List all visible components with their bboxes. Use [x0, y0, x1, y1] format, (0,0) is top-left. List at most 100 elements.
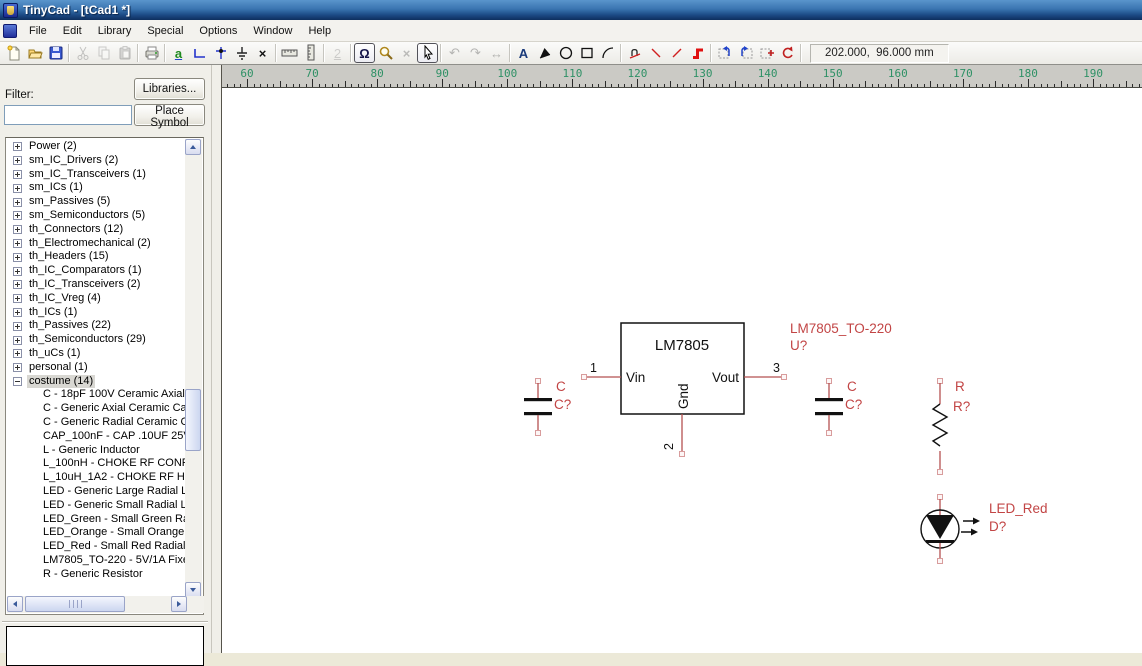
scroll-up-button[interactable] [185, 139, 201, 155]
tree-child-item[interactable]: LED_Green - Small Green Rad [7, 513, 185, 527]
tree-item[interactable]: personal (1) [7, 361, 185, 375]
save-icon[interactable] [45, 43, 66, 63]
tree-item[interactable]: th_ICs (1) [7, 306, 185, 320]
print-icon[interactable] [141, 43, 162, 63]
zoom-tool-icon[interactable] [375, 43, 396, 63]
open-file-icon[interactable] [24, 43, 45, 63]
ellipse-tool-icon[interactable] [555, 43, 576, 63]
new-file-icon[interactable] [3, 43, 24, 63]
scroll-right-button[interactable] [171, 596, 187, 612]
component-regulator[interactable]: LM7805VinVoutGnd132LM7805_TO-220U? [582, 321, 892, 457]
annotation-2-icon[interactable]: 2 [327, 43, 348, 63]
expand-icon[interactable] [13, 308, 22, 317]
expand-icon[interactable] [13, 280, 22, 289]
redo-icon[interactable]: ↷ [465, 43, 486, 63]
arc-tool-icon[interactable] [597, 43, 618, 63]
tree-child-item[interactable]: C - Generic Radial Ceramic Ca [7, 416, 185, 430]
rotate-right-icon[interactable] [735, 43, 756, 63]
component-resistor[interactable]: RR? [933, 379, 970, 475]
tree-child-item[interactable]: C - 18pF 100V Ceramic Axial C [7, 388, 185, 402]
expand-icon[interactable] [13, 156, 22, 165]
pan-icon[interactable]: ↔ [486, 43, 507, 63]
ground-tool-icon[interactable] [231, 43, 252, 63]
resistance-tool-icon[interactable]: Ω [354, 43, 375, 63]
tree-item[interactable]: th_Headers (15) [7, 250, 185, 264]
text-tool-icon[interactable]: A [513, 43, 534, 63]
pin-tool-icon[interactable] [624, 43, 645, 63]
expand-icon[interactable] [13, 239, 22, 248]
tree-item[interactable]: th_Connectors (12) [7, 223, 185, 237]
libraries-button[interactable]: Libraries... [134, 78, 205, 100]
bus-tool-icon[interactable] [687, 43, 708, 63]
paste-icon[interactable] [114, 43, 135, 63]
tree-vertical-scrollbar[interactable] [185, 139, 202, 598]
annotation-tool-icon[interactable]: a [168, 43, 189, 63]
tree-child-item[interactable]: L - Generic Inductor [7, 444, 185, 458]
zoom-delete-icon[interactable]: × [396, 43, 417, 63]
expand-icon[interactable] [13, 322, 22, 331]
tree-child-item[interactable]: LED_Orange - Small Orange R [7, 526, 185, 540]
tree-child-item[interactable]: LED_Red - Small Red Radial LE [7, 540, 185, 554]
expand-icon[interactable] [13, 184, 22, 193]
tree-item[interactable]: th_Passives (22) [7, 319, 185, 333]
expand-icon[interactable] [13, 253, 22, 262]
expand-icon[interactable] [13, 198, 22, 207]
menu-special[interactable]: Special [139, 22, 191, 40]
menu-file[interactable]: File [21, 22, 55, 40]
undo-icon[interactable]: ↶ [444, 43, 465, 63]
line-backslash-icon[interactable] [645, 43, 666, 63]
rotate-left-icon[interactable] [714, 43, 735, 63]
document-icon[interactable] [3, 24, 17, 38]
tree-child-item[interactable]: LED - Generic Large Radial LEI [7, 485, 185, 499]
expand-icon[interactable] [13, 336, 22, 345]
tree-vscroll-thumb[interactable] [185, 389, 201, 451]
menu-edit[interactable]: Edit [55, 22, 90, 40]
expand-icon[interactable] [13, 294, 22, 303]
tree-item[interactable]: th_IC_Vreg (4) [7, 292, 185, 306]
cut-icon[interactable] [72, 43, 93, 63]
menu-options[interactable]: Options [191, 22, 245, 40]
component-capacitor[interactable]: CC? [524, 379, 571, 436]
tree-child-item[interactable]: LED - Generic Small Radial LED [7, 499, 185, 513]
wire-tool-icon[interactable] [189, 43, 210, 63]
tree-item[interactable]: sm_ICs (1) [7, 181, 185, 195]
expand-icon[interactable] [13, 349, 22, 358]
tree-child-item[interactable]: L_10uH_1A2 - CHOKE RF HI C [7, 471, 185, 485]
tree-item[interactable]: sm_Semiconductors (5) [7, 209, 185, 223]
tree-item[interactable]: th_Electromechanical (2) [7, 237, 185, 251]
tree-item[interactable]: th_IC_Comparators (1) [7, 264, 185, 278]
line-slash-icon[interactable] [666, 43, 687, 63]
app-icon[interactable] [3, 3, 18, 18]
select-tool-icon[interactable] [417, 43, 438, 63]
tree-child-item[interactable]: C - Generic Axial Ceramic Cap [7, 402, 185, 416]
tree-item[interactable]: sm_Passives (5) [7, 195, 185, 209]
junction-tool-icon[interactable] [210, 43, 231, 63]
polygon-tool-icon[interactable] [534, 43, 555, 63]
tree-item[interactable]: sm_IC_Transceivers (1) [7, 168, 185, 182]
expand-icon[interactable] [13, 211, 22, 220]
component-led[interactable]: LED_RedD? [921, 495, 1048, 564]
reset-rotation-icon[interactable] [777, 43, 798, 63]
place-symbol-button[interactable]: Place Symbol [134, 104, 205, 126]
tree-item[interactable]: th_uCs (1) [7, 347, 185, 361]
expand-icon[interactable] [13, 267, 22, 276]
menu-library[interactable]: Library [90, 22, 140, 40]
expand-icon[interactable] [13, 142, 22, 151]
tree-child-item[interactable]: L_100nH - CHOKE RF CONFO [7, 457, 185, 471]
scroll-left-button[interactable] [7, 596, 23, 612]
expand-icon[interactable] [13, 170, 22, 179]
add-selection-icon[interactable] [756, 43, 777, 63]
tree-item[interactable]: th_IC_Transceivers (2) [7, 278, 185, 292]
tree-item[interactable]: th_Semiconductors (29) [7, 333, 185, 347]
component-capacitor[interactable]: CC? [815, 379, 862, 436]
tree-item[interactable]: costume (14) [7, 375, 185, 389]
tree-hscroll-thumb[interactable] [25, 596, 125, 612]
tree-child-item[interactable]: CAP_100nF - CAP .10UF 25V [7, 430, 185, 444]
expand-icon[interactable] [13, 225, 22, 234]
collapse-icon[interactable] [13, 377, 22, 386]
menu-help[interactable]: Help [300, 22, 339, 40]
filter-input[interactable] [4, 105, 132, 125]
copy-icon[interactable] [93, 43, 114, 63]
panel-splitter[interactable] [211, 65, 221, 653]
tree-child-item[interactable]: R - Generic Resistor [7, 568, 185, 582]
